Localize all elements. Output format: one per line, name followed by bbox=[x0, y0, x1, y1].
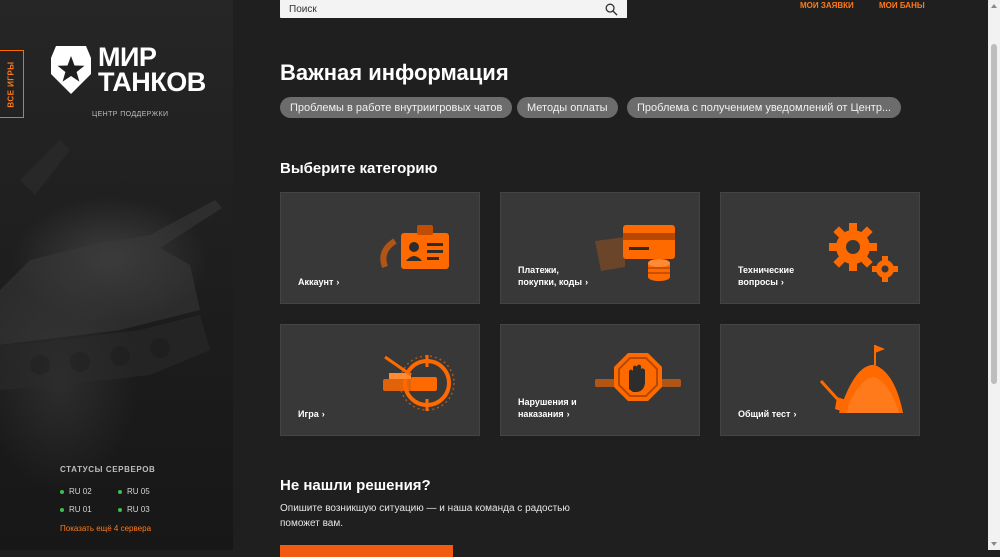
category-card-game[interactable]: Игра › bbox=[280, 324, 480, 436]
show-more-servers-link[interactable]: Показать ещё 4 сервера bbox=[60, 524, 176, 533]
server-ru-05: RU 05 bbox=[118, 487, 176, 496]
tank-crosshair-icon bbox=[383, 355, 455, 411]
logo-line-2: ТАНКОВ bbox=[98, 67, 206, 97]
scrollbar-thumb[interactable] bbox=[991, 44, 997, 384]
important-info-title: Важная информация bbox=[280, 60, 509, 85]
server-ru-03: RU 03 bbox=[118, 505, 176, 514]
support-center-label: ЦЕНТР ПОДДЕРЖКИ bbox=[92, 111, 169, 118]
server-ru-02: RU 02 bbox=[60, 487, 118, 496]
status-online-icon bbox=[60, 489, 64, 494]
category-card-account[interactable]: Аккаунт › bbox=[280, 192, 480, 304]
chevron-right-icon: › bbox=[780, 277, 784, 287]
chevron-right-icon: › bbox=[321, 409, 325, 419]
star-shield-icon bbox=[51, 46, 91, 94]
my-bans-link[interactable]: МОИ БАНЫ bbox=[879, 1, 925, 10]
scroll-up-icon[interactable] bbox=[991, 4, 997, 8]
status-online-icon bbox=[118, 507, 122, 512]
all-games-label: ВСЕ ИГРЫ bbox=[7, 60, 17, 108]
chevron-right-icon: › bbox=[793, 409, 797, 419]
category-label: Аккаунт › bbox=[298, 277, 340, 287]
chevron-right-icon: › bbox=[336, 277, 340, 287]
all-games-tab[interactable]: ВСЕ ИГРЫ bbox=[0, 50, 24, 118]
pill-notification-problem[interactable]: Проблема с получением уведомлений от Цен… bbox=[627, 97, 902, 118]
category-card-technical[interactable]: Технические вопросы › bbox=[720, 192, 920, 304]
pill-payment-methods[interactable]: Методы оплаты bbox=[517, 97, 618, 118]
sand-shovel-flag-icon bbox=[819, 345, 903, 413]
chevron-right-icon: › bbox=[585, 277, 589, 287]
category-label: Платежи, покупки, коды › bbox=[518, 265, 589, 287]
scroll-down-icon[interactable] bbox=[991, 542, 997, 546]
category-label: Игра › bbox=[298, 409, 325, 419]
create-request-button[interactable] bbox=[280, 545, 453, 557]
gears-icon bbox=[829, 223, 898, 282]
my-requests-link[interactable]: МОИ ЗАЯВКИ bbox=[800, 1, 854, 10]
category-card-payments[interactable]: Платежи, покупки, коды › bbox=[500, 192, 700, 304]
category-card-violations[interactable]: Нарушения и наказания › bbox=[500, 324, 700, 436]
search-input[interactable] bbox=[289, 3, 569, 15]
no-solution-title: Не нашли решения? bbox=[280, 477, 431, 494]
status-online-icon bbox=[118, 489, 122, 494]
tank-background-image bbox=[0, 140, 222, 390]
choose-category-title: Выберите категорию bbox=[280, 160, 438, 177]
stop-hand-icon bbox=[595, 353, 681, 401]
chevron-right-icon: › bbox=[566, 409, 570, 419]
payment-card-coins-icon bbox=[595, 225, 675, 281]
logo-wordmark: МИР ТАНКОВ bbox=[98, 44, 206, 97]
server-status-block: СТАТУСЫ СЕРВЕРОВ RU 02 RU 05 RU 01 RU 03… bbox=[60, 465, 176, 533]
page-scrollbar[interactable] bbox=[988, 0, 1000, 550]
search-bar[interactable] bbox=[280, 0, 627, 18]
no-solution-text: Опишите возникшую ситуацию — и наша кома… bbox=[280, 503, 570, 529]
category-label: Общий тест › bbox=[738, 409, 797, 419]
server-status-title: СТАТУСЫ СЕРВЕРОВ bbox=[60, 465, 156, 474]
pill-chat-problems[interactable]: Проблемы в работе внутриигровых чатов bbox=[280, 97, 513, 118]
status-online-icon bbox=[60, 507, 64, 512]
category-label: Технические вопросы › bbox=[738, 265, 795, 287]
server-ru-01: RU 01 bbox=[60, 505, 118, 514]
category-label: Нарушения и наказания › bbox=[518, 397, 577, 419]
left-hero-panel: ВСЕ ИГРЫ МИР ТАНКОВ ЦЕНТР ПОДДЕРЖКИ СТАТ… bbox=[0, 0, 233, 550]
mir-tankov-logo[interactable]: МИР ТАНКОВ bbox=[50, 44, 206, 96]
id-card-icon bbox=[380, 225, 449, 269]
category-card-general-test[interactable]: Общий тест › bbox=[720, 324, 920, 436]
search-icon[interactable] bbox=[605, 3, 618, 16]
